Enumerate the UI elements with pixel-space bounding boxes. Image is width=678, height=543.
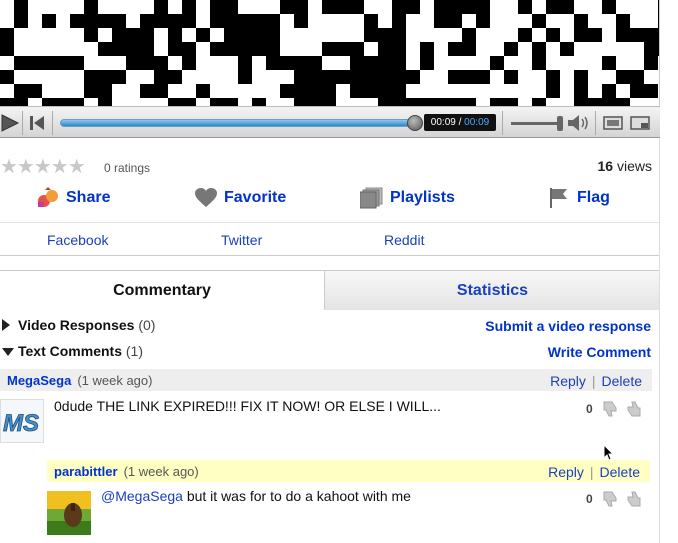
delete-link[interactable]: Delete: [600, 464, 640, 480]
skip-back-icon[interactable]: [26, 113, 48, 133]
avatar[interactable]: [47, 491, 91, 535]
reply-score: 0: [586, 492, 593, 506]
comment-username[interactable]: MegaSega: [7, 373, 71, 388]
tab-statistics[interactable]: Statistics: [324, 271, 660, 310]
tab-bar: Commentary Statistics: [0, 270, 660, 310]
reply-link[interactable]: Reply: [548, 464, 584, 480]
flag-label: Flag: [577, 189, 610, 206]
comment-actions: Reply | Delete: [550, 373, 642, 389]
speaker-icon[interactable]: [566, 113, 590, 133]
view-count: 16 views: [598, 158, 652, 174]
thumbs-up-icon[interactable]: [624, 400, 642, 418]
video-responses-label: Video Responses: [18, 317, 135, 333]
divider: [595, 111, 596, 135]
scrubber-handle[interactable]: [407, 115, 423, 131]
share-icon: [38, 187, 58, 207]
reply-link[interactable]: Reply: [550, 373, 586, 389]
avatar-initials: MS: [3, 410, 39, 437]
mouse-cursor-icon: [603, 444, 615, 461]
collapse-arrow-icon[interactable]: [2, 348, 14, 356]
comment-author: MegaSega (1 week ago): [7, 373, 152, 388]
volume-slider[interactable]: [511, 122, 561, 125]
text-comments-count: (1): [121, 343, 143, 359]
mention-link[interactable]: @MegaSega: [101, 488, 183, 504]
time-separator: /: [455, 117, 465, 128]
thumbs-up-icon[interactable]: [624, 490, 642, 508]
thumbs-down-icon[interactable]: [602, 490, 620, 508]
flag-icon: [550, 188, 567, 208]
reply-actions: Reply | Delete: [548, 464, 640, 480]
reply-body: but it was for to do a kahoot with me: [182, 488, 411, 504]
time-display: 00:09 / 00:09: [424, 114, 496, 131]
video-noise-pattern: [0, 0, 659, 106]
large-size-icon[interactable]: [630, 115, 650, 131]
divider: [22, 111, 23, 135]
video-responses-count: (0): [134, 317, 156, 333]
share-label: Share: [66, 189, 111, 206]
normal-size-icon[interactable]: [603, 115, 623, 131]
play-icon[interactable]: [0, 113, 20, 133]
submit-video-response-link[interactable]: Submit a video response: [485, 318, 651, 334]
video-responses-row: Video Responses (0) Submit a video respo…: [0, 315, 660, 337]
share-button[interactable]: Share: [36, 187, 110, 209]
parabittler-avatar-image: [47, 491, 91, 535]
volume-handle[interactable]: [557, 116, 563, 131]
action-bar: Share Favorite Playlists Flag: [0, 183, 660, 219]
thumbs-down-icon[interactable]: [602, 400, 620, 418]
reply-text: @MegaSega but it was for to do a kahoot …: [101, 488, 411, 504]
reply-header: parabittler (1 week ago) Reply | Delete: [47, 460, 650, 482]
time-current: 00:09: [430, 117, 456, 128]
delete-link[interactable]: Delete: [602, 373, 642, 389]
ratings-count: 0 ratings: [104, 161, 151, 175]
text-comments-label: Text Comments: [18, 343, 122, 359]
player-controls: 00:09 / 00:09: [0, 106, 660, 138]
video-frame[interactable]: [0, 0, 660, 106]
comment-header: MegaSega (1 week ago) Reply | Delete: [0, 369, 652, 391]
playlists-label: Playlists: [390, 189, 455, 206]
comment-timestamp: (1 week ago): [77, 373, 153, 388]
separator: |: [591, 373, 596, 389]
expand-arrow-icon[interactable]: [2, 319, 10, 331]
playlists-button[interactable]: Playlists: [360, 187, 455, 209]
separator: |: [589, 464, 594, 480]
comment-text: 0dude THE LINK EXPIRED!!! FIX IT NOW! OR…: [54, 398, 441, 414]
content-border: [659, 138, 660, 543]
text-comments-toggle[interactable]: Text Comments (1): [18, 343, 143, 359]
reply-timestamp: (1 week ago): [123, 464, 199, 479]
heart-icon: [195, 188, 217, 207]
share-targets: Facebook Twitter Reddit: [0, 222, 660, 256]
time-duration: 00:09: [464, 117, 490, 128]
reply-username[interactable]: parabittler: [54, 464, 118, 479]
rating-row: ★★★★★ 0 ratings 16 views: [0, 152, 660, 182]
share-facebook-link[interactable]: Facebook: [47, 232, 108, 248]
views-number: 16: [597, 158, 614, 174]
views-label: views: [613, 158, 652, 174]
flag-button[interactable]: Flag: [547, 187, 610, 209]
comment-score: 0: [586, 402, 593, 416]
favorite-label: Favorite: [224, 189, 287, 206]
rating-stars[interactable]: ★★★★★: [0, 154, 86, 179]
share-reddit-link[interactable]: Reddit: [384, 232, 424, 248]
playlist-icon: [360, 187, 383, 209]
favorite-button[interactable]: Favorite: [194, 187, 286, 209]
text-comments-row: Text Comments (1) Write Comment: [0, 341, 660, 363]
reply-author: parabittler (1 week ago): [54, 464, 199, 479]
divider: [52, 111, 53, 135]
tab-commentary[interactable]: Commentary: [0, 271, 324, 310]
write-comment-link[interactable]: Write Comment: [548, 344, 651, 360]
share-twitter-link[interactable]: Twitter: [221, 232, 262, 248]
avatar[interactable]: MS: [0, 399, 44, 443]
megasega-avatar-image: MS: [1, 400, 43, 442]
progress-bar[interactable]: [60, 119, 416, 127]
divider: [502, 111, 503, 135]
video-responses-toggle[interactable]: Video Responses (0): [18, 317, 155, 333]
